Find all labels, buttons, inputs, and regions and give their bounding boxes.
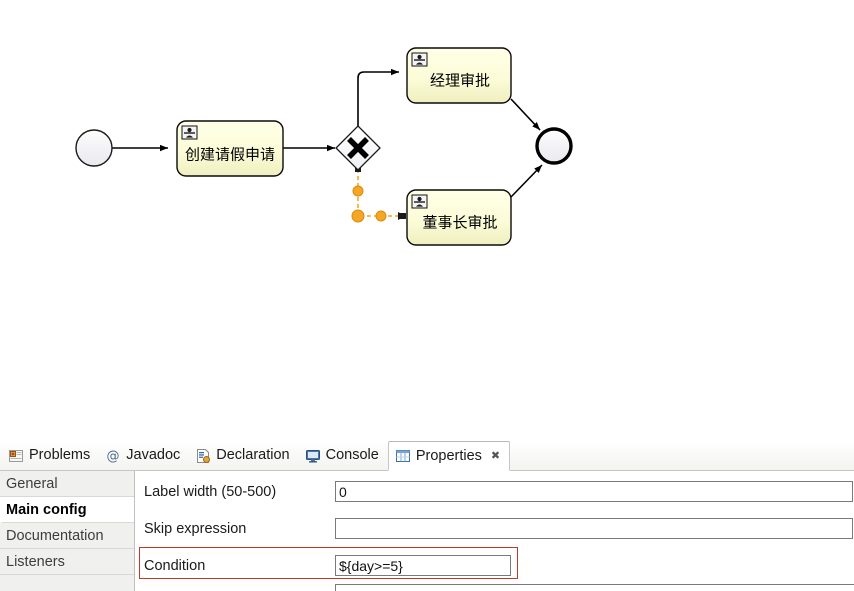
- task-label: 经理审批: [430, 72, 490, 90]
- user-task-manager-approval[interactable]: 经理审批: [406, 47, 512, 104]
- close-icon[interactable]: ✖: [491, 450, 500, 462]
- tab-console[interactable]: Console: [299, 441, 388, 470]
- task-label: 董事长审批: [422, 214, 497, 232]
- field-row-partial-next: [135, 584, 854, 591]
- declaration-icon: [195, 448, 211, 464]
- skip-expression-input[interactable]: [335, 518, 853, 539]
- field-row-skip-expression: Skip expression: [135, 510, 854, 547]
- javadoc-icon: @: [105, 448, 121, 464]
- tab-declaration[interactable]: Declaration: [189, 441, 298, 470]
- properties-tab-label: General: [6, 476, 58, 492]
- condition-label: Condition: [144, 557, 206, 574]
- properties-tab-label: Documentation: [6, 528, 104, 544]
- properties-tab-list: General Main config Documentation Listen…: [0, 471, 135, 591]
- tab-label: Problems: [29, 447, 91, 464]
- tab-label: Properties: [415, 447, 482, 464]
- flow-gateway-to-manager[interactable]: [357, 68, 399, 128]
- properties-form: Label width (50-500) Skip expression Con…: [135, 471, 854, 591]
- tab-properties[interactable]: Properties ✖: [387, 441, 511, 471]
- user-task-icon: [181, 125, 198, 140]
- bpmn-diagram-canvas[interactable]: 创建请假申请 经理审批 董事长审批: [0, 0, 854, 441]
- flow-chairman-to-end[interactable]: [510, 164, 543, 198]
- properties-tab-general[interactable]: General: [0, 471, 134, 497]
- user-task-create-leave-request[interactable]: 创建请假申请: [176, 120, 284, 177]
- bottom-view-stack: Problems @ Javadoc Declaration Console P…: [0, 441, 854, 591]
- label-width-label: Label width (50-500): [144, 483, 277, 500]
- properties-tab-main-config[interactable]: Main config: [0, 497, 134, 523]
- tab-problems[interactable]: Problems: [2, 441, 99, 470]
- skip-expression-label: Skip expression: [144, 520, 247, 537]
- end-event[interactable]: [535, 127, 573, 165]
- field-row-condition: Condition: [135, 547, 854, 584]
- tab-javadoc[interactable]: @ Javadoc: [99, 441, 189, 470]
- user-task-icon: [411, 52, 428, 67]
- next-field-input[interactable]: [335, 584, 854, 591]
- flow-gateway-to-chairman-selected[interactable]: [351, 166, 406, 223]
- user-task-chairman-approval[interactable]: 董事长审批: [406, 189, 512, 246]
- start-event[interactable]: [75, 129, 113, 167]
- properties-tab-documentation[interactable]: Documentation: [0, 523, 134, 549]
- properties-icon: [395, 448, 411, 464]
- condition-input[interactable]: [335, 555, 511, 576]
- tab-label: Declaration: [216, 447, 290, 464]
- properties-tab-listeners[interactable]: Listeners: [0, 549, 134, 575]
- console-icon: [305, 448, 321, 464]
- field-row-label-width: Label width (50-500): [135, 473, 854, 510]
- flow-manager-to-end[interactable]: [510, 98, 541, 131]
- user-task-icon: [411, 194, 428, 209]
- task-label: 创建请假申请: [185, 146, 275, 164]
- properties-tab-label: Main config: [6, 502, 87, 518]
- eclipse-bpmn-designer-window: 创建请假申请 经理审批 董事长审批 Problems @ Javadoc Dec…: [0, 0, 854, 591]
- tab-label: Console: [325, 447, 379, 464]
- problems-icon: [8, 448, 24, 464]
- properties-tab-label: Listeners: [6, 554, 65, 570]
- svg-text:@: @: [107, 449, 120, 464]
- label-width-input[interactable]: [335, 481, 853, 502]
- exclusive-gateway[interactable]: [335, 125, 381, 171]
- view-tab-bar: Problems @ Javadoc Declaration Console P…: [0, 441, 854, 471]
- properties-view-body: General Main config Documentation Listen…: [0, 471, 854, 591]
- tab-label: Javadoc: [126, 447, 181, 464]
